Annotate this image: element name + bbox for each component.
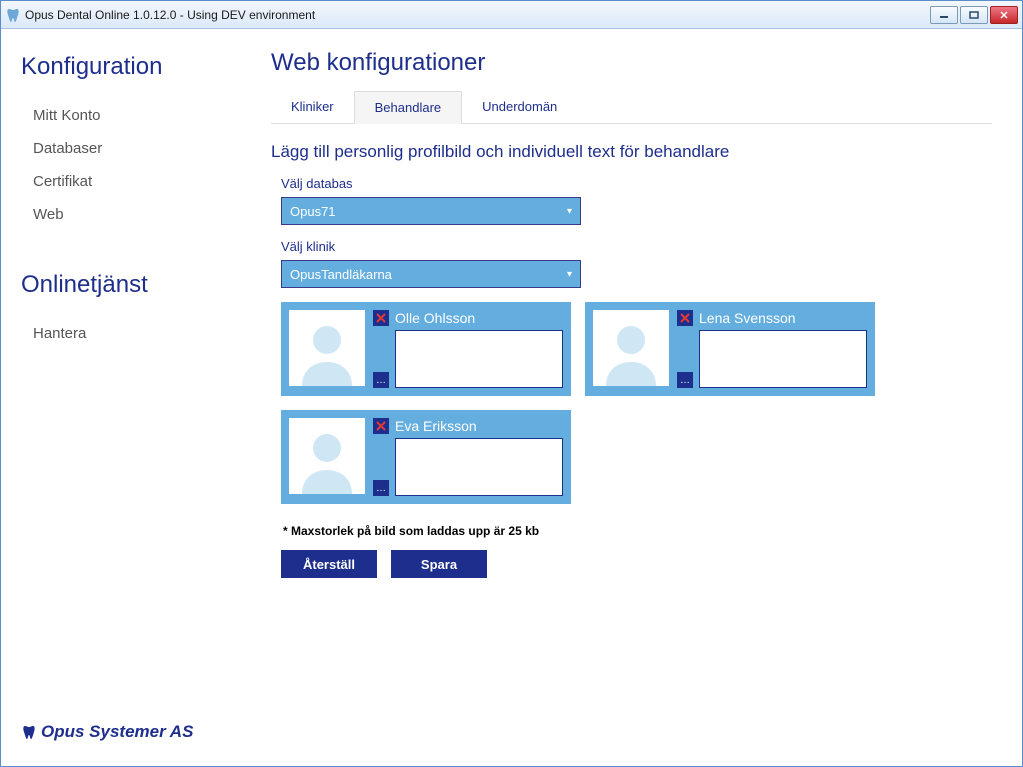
delete-icon[interactable] (677, 310, 693, 326)
tabs: Kliniker Behandlare Underdomän (271, 91, 992, 124)
practitioner-name: Lena Svensson (699, 310, 796, 326)
practitioner-name: Olle Ohlsson (395, 310, 475, 326)
practitioner-card: Eva Eriksson … (281, 410, 571, 504)
sidebar-item-hantera[interactable]: Hantera (21, 317, 221, 350)
avatar[interactable] (593, 310, 669, 386)
sidebar-item-mitt-konto[interactable]: Mitt Konto (21, 99, 221, 132)
maximize-button[interactable] (960, 6, 988, 24)
app-window: Opus Dental Online 1.0.12.0 - Using DEV … (0, 0, 1023, 767)
footer-logo: Opus Systemer AS (21, 722, 221, 742)
close-button[interactable] (990, 6, 1018, 24)
sidebar-item-databaser[interactable]: Databaser (21, 132, 221, 165)
sidebar: Konfiguration Mitt Konto Databaser Certi… (1, 29, 241, 766)
tab-kliniker[interactable]: Kliniker (271, 91, 354, 123)
practitioner-text-input[interactable] (395, 330, 563, 388)
reset-button[interactable]: Återställ (281, 550, 377, 578)
clinic-label: Välj klinik (281, 239, 992, 254)
browse-button[interactable]: … (373, 480, 389, 496)
main-content: Web konfigurationer Kliniker Behandlare … (241, 29, 1022, 766)
tab-behandlare[interactable]: Behandlare (354, 91, 463, 124)
titlebar: Opus Dental Online 1.0.12.0 - Using DEV … (1, 1, 1022, 29)
chevron-down-icon: ▾ (567, 269, 572, 280)
sidebar-item-web[interactable]: Web (21, 198, 221, 231)
delete-icon[interactable] (373, 310, 389, 326)
practitioner-card: Olle Ohlsson … (281, 302, 571, 396)
upload-note: * Maxstorlek på bild som laddas upp är 2… (283, 524, 992, 538)
tab-underdoman[interactable]: Underdomän (462, 91, 577, 123)
practitioner-text-input[interactable] (395, 438, 563, 496)
practitioner-name: Eva Eriksson (395, 418, 477, 434)
window-title: Opus Dental Online 1.0.12.0 - Using DEV … (25, 8, 930, 22)
practitioner-text-input[interactable] (699, 330, 867, 388)
app-icon (5, 7, 21, 23)
avatar[interactable] (289, 310, 365, 386)
chevron-down-icon: ▾ (567, 206, 572, 217)
page-title: Web konfigurationer (271, 49, 992, 77)
delete-icon[interactable] (373, 418, 389, 434)
sidebar-item-certifikat[interactable]: Certifikat (21, 165, 221, 198)
browse-button[interactable]: … (677, 372, 693, 388)
avatar[interactable] (289, 418, 365, 494)
sidebar-heading-config: Konfiguration (21, 53, 221, 81)
save-button[interactable]: Spara (391, 550, 487, 578)
practitioner-card: Lena Svensson … (585, 302, 875, 396)
sidebar-heading-online: Onlinetjänst (21, 271, 221, 299)
clinic-select[interactable]: OpusTandläkarna ▾ (281, 260, 581, 288)
browse-button[interactable]: … (373, 372, 389, 388)
minimize-button[interactable] (930, 6, 958, 24)
section-subtitle: Lägg till personlig profilbild och indiv… (271, 142, 992, 162)
db-label: Välj databas (281, 176, 992, 191)
practitioner-cards: Olle Ohlsson … (281, 302, 992, 504)
db-select[interactable]: Opus71 ▾ (281, 197, 581, 225)
